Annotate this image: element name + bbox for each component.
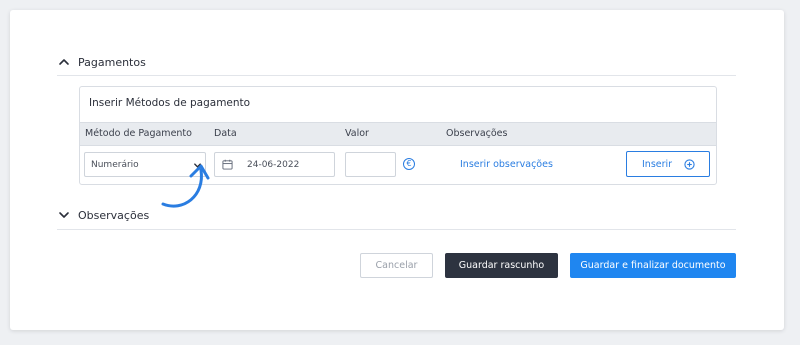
panel-title: Inserir Métodos de pagamento <box>89 97 251 109</box>
plus-circle-icon <box>684 159 695 170</box>
save-draft-button[interactable]: Guardar rascunho <box>445 253 558 278</box>
save-finalize-button[interactable]: Guardar e finalizar documento <box>570 253 736 278</box>
column-header-method: Método de Pagamento <box>85 128 192 139</box>
insert-button-label: Inserir <box>642 159 673 170</box>
column-header-value: Valor <box>345 128 369 139</box>
section-divider <box>57 75 736 76</box>
value-input[interactable] <box>345 152 396 177</box>
currency-symbol: € <box>406 159 412 168</box>
calendar-icon[interactable] <box>222 159 233 170</box>
cancel-button-label: Cancelar <box>375 260 418 271</box>
save-finalize-button-label: Guardar e finalizar documento <box>580 260 726 271</box>
cancel-button[interactable]: Cancelar <box>360 253 433 278</box>
section-header-observations[interactable]: Observações <box>57 206 736 224</box>
date-field[interactable]: 24-06-2022 <box>214 152 335 177</box>
chevron-down-icon[interactable] <box>57 208 71 222</box>
insert-button[interactable]: Inserir <box>626 151 710 177</box>
insert-observations-link[interactable]: Inserir observações <box>460 159 553 170</box>
section-divider <box>57 229 736 230</box>
column-header-date: Data <box>214 128 237 139</box>
section-header-payments[interactable]: Pagamentos <box>57 53 736 71</box>
save-draft-button-label: Guardar rascunho <box>458 260 545 271</box>
column-header-observations: Observações <box>446 128 508 139</box>
payment-method-value: Numerário <box>91 160 139 170</box>
section-title-observations: Observações <box>78 208 150 222</box>
chevron-up-icon[interactable] <box>57 55 71 69</box>
date-value: 24-06-2022 <box>247 160 300 170</box>
section-title-payments: Pagamentos <box>78 55 146 69</box>
euro-icon: € <box>403 158 415 170</box>
table-header: Método de Pagamento Data Valor Observaçõ… <box>80 122 716 146</box>
